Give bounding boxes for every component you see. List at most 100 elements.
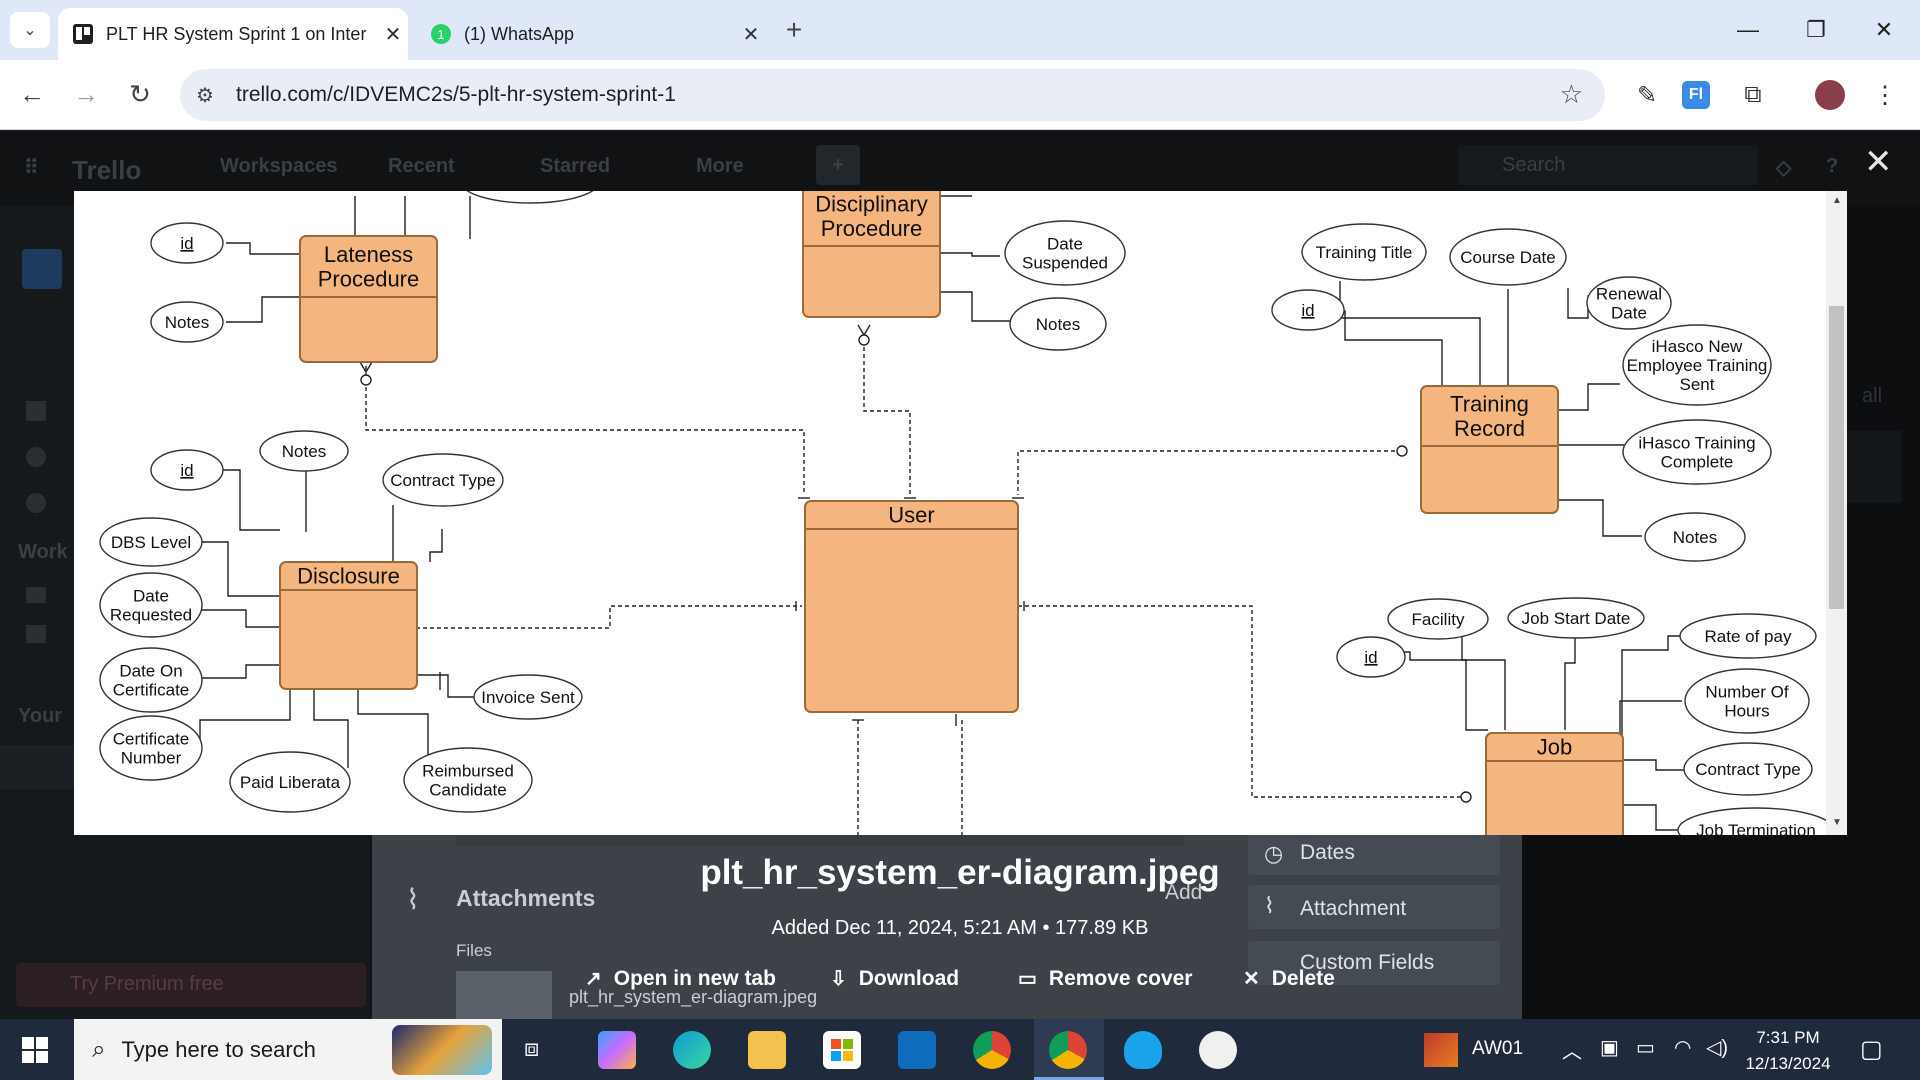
file-explorer-icon[interactable] — [748, 1031, 786, 1069]
tab-title: PLT HR System Sprint 1 on Inter — [106, 23, 367, 44]
er-diagram: Warning IssuedidNotesDateSuspendedNotesT… — [99, 191, 1835, 835]
relationship-line — [226, 242, 300, 255]
attribute-contract-type-disc: Contract Type — [382, 453, 504, 507]
close-preview-icon[interactable]: ✕ — [1864, 142, 1893, 182]
show-hidden-icons[interactable]: ︿ — [1562, 1035, 1582, 1064]
preview-scrollbar[interactable]: ▲ ▼ — [1826, 191, 1847, 835]
entity-job: Job — [1485, 732, 1624, 835]
attribute-paid-liberata: Paid Liberata — [229, 751, 351, 813]
minimize-icon[interactable]: — — [1728, 12, 1768, 48]
profile-avatar[interactable] — [1815, 80, 1845, 110]
scroll-thumb[interactable] — [1829, 306, 1844, 609]
wifi-icon[interactable]: ◠ — [1674, 1035, 1691, 1060]
settings-icon[interactable] — [26, 493, 46, 513]
restore-icon[interactable]: ❐ — [1796, 12, 1836, 48]
task-view-icon[interactable]: ⧈ — [524, 1035, 539, 1063]
copilot-icon[interactable] — [598, 1031, 636, 1069]
search-field[interactable]: Search — [1458, 145, 1758, 185]
close-tab-icon[interactable]: ✕ — [736, 22, 766, 47]
entity-disclosure: Disclosure — [279, 561, 418, 690]
back-icon[interactable]: ← — [14, 76, 50, 112]
nav-recent[interactable]: Recent — [388, 155, 455, 178]
address-bar[interactable]: ⚙ trello.com/c/IDVEMC2s/5-plt-hr-system-… — [180, 69, 1605, 121]
edge-icon[interactable] — [673, 1031, 711, 1069]
relationship-line — [1558, 383, 1620, 411]
weather-icon[interactable] — [1424, 1033, 1458, 1067]
new-tab-icon[interactable]: + — [776, 12, 812, 48]
search-icon: ⌕ — [92, 1035, 106, 1063]
attribute-label: Notes — [165, 313, 209, 332]
members-icon[interactable] — [26, 447, 46, 467]
volume-icon[interactable]: ◁) — [1706, 1035, 1728, 1060]
apps-grid-icon[interactable]: ⠿ — [24, 155, 39, 180]
scroll-up-arrow[interactable]: ▲ — [1832, 195, 1842, 206]
open-in-new-tab-button[interactable]: ↗ Open in new tab — [585, 966, 776, 991]
tab-trello[interactable]: PLT HR System Sprint 1 on Inter ✕ — [58, 8, 408, 60]
chrome-active-icon[interactable] — [1049, 1031, 1087, 1069]
download-label: Download — [858, 966, 960, 990]
taskbar-clock[interactable]: 7:31 PM 12/13/2024 — [1740, 1025, 1836, 1077]
taskbar-search-input[interactable]: ⌕ Type here to search — [74, 1019, 502, 1080]
chrome-icon[interactable] — [973, 1031, 1011, 1069]
bookmark-star-icon[interactable]: ☆ — [1560, 79, 1583, 110]
help-icon[interactable]: ? — [1826, 155, 1838, 178]
attribute-label: Paid Liberata — [240, 773, 341, 792]
calendar-view-icon[interactable] — [26, 625, 46, 643]
table-view-icon[interactable] — [26, 587, 46, 603]
remove-cover-button[interactable]: ▭ Remove cover — [1018, 966, 1192, 991]
browser-menu-icon[interactable]: ⋮ — [1868, 78, 1902, 112]
battery-icon[interactable]: ▭ — [1636, 1035, 1655, 1060]
meet-now-icon[interactable]: ▣ — [1600, 1035, 1619, 1060]
attribute-label: Reimbursed — [422, 761, 514, 780]
browser-toolbar: ← → ↻ ⚙ trello.com/c/IDVEMC2s/5-plt-hr-s… — [0, 60, 1920, 130]
site-info-icon[interactable]: ⚙ — [196, 83, 214, 108]
app-blue-icon[interactable] — [1124, 1031, 1162, 1069]
delete-button[interactable]: ✕ Delete — [1243, 966, 1335, 991]
nav-workspaces[interactable]: Workspaces — [220, 155, 337, 178]
attribute-label: Contract Type — [1695, 760, 1801, 779]
microsoft-store-icon[interactable] — [823, 1031, 861, 1069]
create-icon[interactable]: + — [816, 145, 860, 185]
tab-search-button[interactable]: ⌄ — [10, 12, 50, 48]
reload-icon[interactable]: ↻ — [122, 76, 158, 112]
close-tab-icon[interactable]: ✕ — [378, 22, 408, 47]
snipping-tool-icon[interactable] — [1199, 1031, 1237, 1069]
notifications-center-icon[interactable]: ▢ — [1860, 1035, 1883, 1064]
nav-more[interactable]: More — [696, 155, 744, 178]
attribute-label: Date — [1047, 234, 1083, 253]
entity-label: Procedure — [318, 267, 420, 292]
attribute-label: Certificate — [113, 729, 190, 748]
forward-icon[interactable]: → — [68, 76, 104, 112]
whatsapp-icon: 1 — [430, 23, 452, 45]
outlook-icon[interactable] — [898, 1031, 936, 1069]
attribute-facility: Facility — [1387, 598, 1489, 640]
trello-logo[interactable]: Trello — [72, 155, 141, 186]
tab-whatsapp[interactable]: 1 (1) WhatsApp ✕ — [416, 8, 766, 60]
extensions-puzzle-icon[interactable]: ⧉ — [1736, 78, 1770, 112]
attribute-ellipse — [466, 191, 594, 204]
tab-title: (1) WhatsApp — [464, 23, 575, 44]
attribute-warning-issued: Warning Issued — [466, 191, 594, 204]
entity-box — [804, 500, 1019, 713]
eyedropper-extension-icon[interactable]: ✎ — [1630, 78, 1664, 112]
download-button[interactable]: ⇩ Download — [830, 966, 959, 991]
nav-starred[interactable]: Starred — [540, 155, 610, 178]
boards-icon[interactable] — [26, 401, 46, 421]
attribute-contract-type-job: Contract Type — [1683, 742, 1813, 796]
attribute-number-hours: Number OfHours — [1684, 668, 1810, 734]
try-premium-button[interactable]: Try Premium free — [16, 963, 366, 1007]
attribute-label: Candidate — [429, 780, 507, 799]
translate-extension-icon[interactable]: Fl — [1682, 81, 1710, 109]
notifications-icon[interactable]: ◇ — [1776, 155, 1791, 180]
windows-start-icon[interactable] — [22, 1037, 48, 1068]
close-window-icon[interactable]: ✕ — [1864, 12, 1904, 48]
relationship-line — [1558, 499, 1642, 537]
scroll-down-arrow[interactable]: ▼ — [1832, 817, 1842, 828]
optional-circle-mark — [858, 334, 870, 346]
delete-label: Delete — [1271, 966, 1335, 990]
attachment-thumbnail[interactable] — [456, 971, 552, 1019]
optional-circle-mark — [1396, 445, 1408, 457]
cover-icon: ▭ — [1018, 968, 1037, 990]
taskbar-search-placeholder: Type here to search — [121, 1036, 316, 1062]
weather-label[interactable]: AW01 — [1472, 1038, 1523, 1060]
